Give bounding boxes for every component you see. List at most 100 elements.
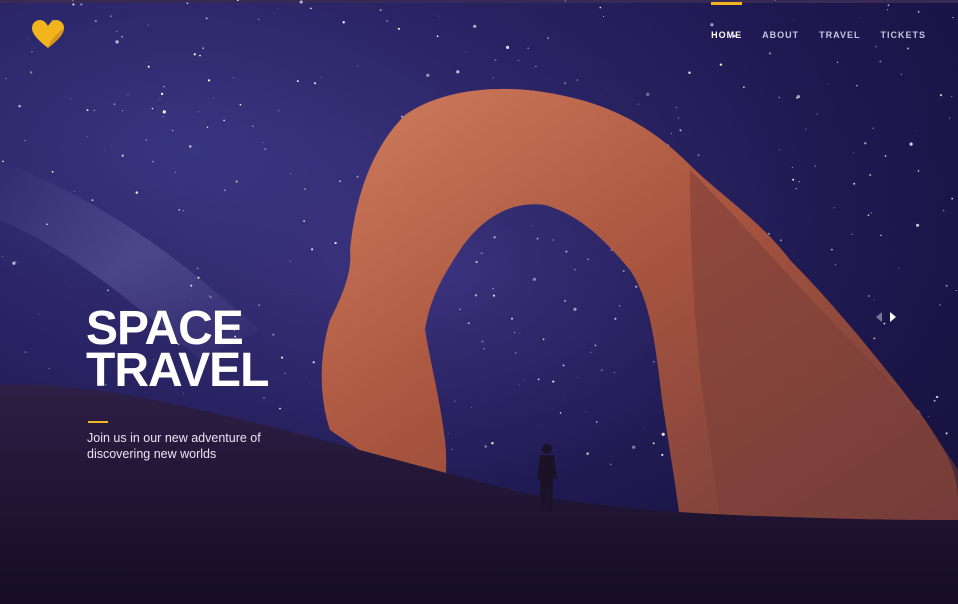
star: [518, 384, 520, 386]
star: [898, 267, 900, 269]
star: [564, 82, 567, 85]
star: [532, 225, 534, 227]
star: [637, 103, 639, 105]
star: [163, 86, 165, 88]
nav-item-travel[interactable]: TRAVEL: [819, 30, 860, 40]
hero-section: HOME ABOUT TRAVEL TICKETS SPACE TRAVEL J…: [0, 0, 958, 604]
star: [955, 290, 957, 292]
star: [110, 144, 112, 145]
star: [289, 260, 291, 262]
star: [28, 38, 29, 39]
star: [93, 109, 95, 111]
star: [536, 238, 538, 240]
star: [320, 76, 322, 78]
star: [875, 45, 877, 48]
nav-item-home[interactable]: HOME: [711, 2, 743, 40]
star: [74, 190, 75, 192]
star: [542, 338, 545, 341]
star: [619, 305, 621, 307]
star: [675, 106, 678, 109]
star: [86, 109, 89, 112]
star: [31, 51, 33, 53]
star: [121, 154, 124, 157]
slider-controls: [876, 312, 896, 322]
star: [258, 18, 260, 21]
star: [513, 332, 516, 334]
star: [186, 2, 189, 5]
star: [71, 286, 73, 288]
star: [113, 103, 116, 106]
star: [312, 361, 315, 364]
star: [909, 142, 913, 146]
star: [552, 380, 555, 383]
star: [864, 142, 867, 145]
star: [356, 175, 359, 178]
star: [514, 352, 517, 354]
star: [258, 304, 260, 306]
star: [198, 111, 199, 113]
star: [853, 182, 856, 185]
star: [795, 96, 798, 99]
star: [872, 127, 874, 129]
star: [599, 6, 602, 9]
star: [945, 432, 948, 435]
star: [12, 261, 16, 265]
star: [299, 0, 303, 4]
star: [272, 333, 275, 336]
chevron-left-icon[interactable]: [876, 312, 882, 322]
star: [147, 24, 149, 26]
star: [467, 322, 470, 325]
star: [927, 415, 929, 417]
star: [511, 317, 513, 320]
star: [951, 197, 954, 200]
star: [602, 95, 604, 97]
star: [851, 233, 853, 235]
star: [146, 61, 147, 63]
star: [532, 277, 537, 281]
star: [524, 379, 525, 381]
star: [357, 65, 359, 67]
star: [233, 77, 235, 79]
star: [210, 296, 212, 298]
star: [135, 191, 138, 194]
star: [426, 73, 430, 77]
star: [535, 65, 537, 68]
star: [309, 382, 311, 384]
star: [46, 223, 48, 226]
nav-item-about[interactable]: ABOUT: [762, 30, 799, 40]
star: [2, 160, 4, 163]
star: [527, 47, 530, 50]
star: [473, 24, 477, 28]
star: [121, 35, 124, 38]
star: [887, 4, 890, 7]
star: [86, 136, 88, 138]
nav-item-tickets[interactable]: TICKETS: [880, 30, 926, 40]
star: [171, 129, 174, 132]
star: [950, 95, 953, 98]
star: [235, 180, 238, 183]
star: [814, 165, 816, 167]
star: [506, 45, 510, 50]
star: [197, 276, 200, 279]
star: [622, 270, 625, 273]
star: [907, 47, 910, 50]
star: [80, 3, 83, 6]
star: [492, 294, 496, 297]
heart-logo-icon[interactable]: [30, 18, 66, 50]
chevron-right-icon[interactable]: [890, 312, 896, 322]
star: [38, 313, 40, 315]
star: [289, 173, 292, 175]
star: [279, 407, 281, 410]
star: [280, 356, 284, 359]
star: [303, 188, 306, 191]
star: [883, 322, 886, 325]
star: [51, 170, 54, 173]
star: [339, 180, 341, 182]
star: [239, 103, 242, 106]
star: [71, 98, 73, 99]
star: [459, 308, 461, 310]
star: [945, 284, 948, 287]
star: [742, 86, 745, 89]
star: [386, 20, 388, 22]
star: [836, 61, 839, 63]
